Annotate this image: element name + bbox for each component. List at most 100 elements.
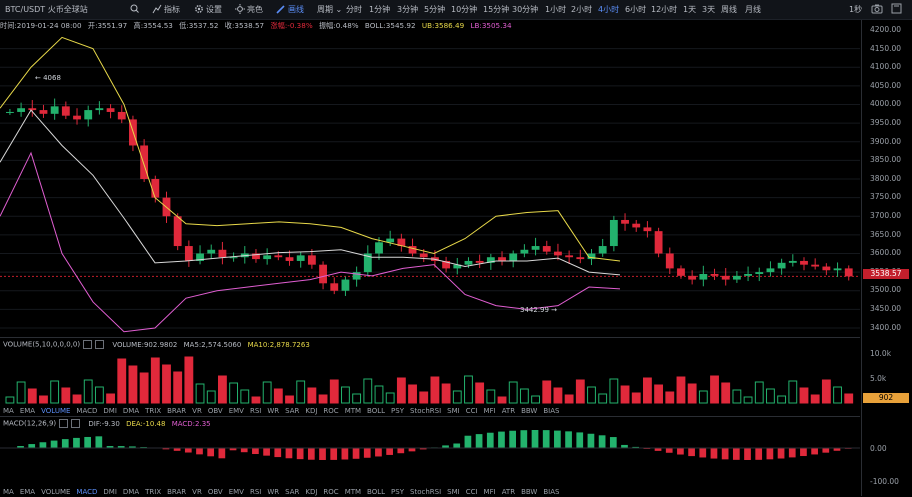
period-2[interactable]: 3分钟 [397, 4, 418, 15]
settings-button[interactable]: 设置 [194, 4, 222, 17]
tab-stochrsi[interactable]: StochRSI [410, 407, 441, 415]
period-1[interactable]: 1分钟 [369, 4, 390, 15]
tab-rsi[interactable]: RSI [250, 488, 261, 496]
period-3[interactable]: 5分钟 [424, 4, 445, 15]
candle [118, 105, 126, 123]
tab-volume[interactable]: VOLUME [41, 488, 70, 496]
symbol-title[interactable]: BTC/USDT 火币全球站 [5, 4, 88, 15]
camera-icon[interactable] [871, 3, 883, 17]
tab-smi[interactable]: SMI [447, 407, 460, 415]
tab-trix[interactable]: TRIX [145, 488, 161, 496]
period-15[interactable]: 月线 [745, 4, 761, 15]
draw-button[interactable]: 画线 [276, 4, 304, 17]
volume-close-icon[interactable] [95, 340, 104, 349]
volume-bar [51, 381, 59, 403]
tab-trix[interactable]: TRIX [145, 407, 161, 415]
period-11[interactable]: 12小时 [651, 4, 677, 15]
refresh-interval[interactable]: 1秒 [849, 4, 862, 15]
tab-bbw[interactable]: BBW [521, 488, 537, 496]
tab-vr[interactable]: VR [192, 488, 202, 496]
theme-button[interactable]: 亮色 [235, 4, 263, 17]
tab-mtm[interactable]: MTM [345, 407, 361, 415]
period-0[interactable]: 分时 [346, 4, 362, 15]
period-9[interactable]: 4小时 [598, 4, 619, 15]
tab-stochrsi[interactable]: StochRSI [410, 488, 441, 496]
volume-bar [185, 357, 193, 403]
tab-ema[interactable]: EMA [20, 407, 35, 415]
tab-brar[interactable]: BRAR [167, 488, 186, 496]
tab-dma[interactable]: DMA [123, 488, 139, 496]
tab-sar[interactable]: SAR [285, 407, 299, 415]
tab-psy[interactable]: PSY [391, 407, 404, 415]
tab-smi[interactable]: SMI [447, 488, 460, 496]
period-6[interactable]: 30分钟 [512, 4, 538, 15]
period-8[interactable]: 2小时 [571, 4, 592, 15]
tab-macd[interactable]: MACD [76, 488, 97, 496]
tab-psy[interactable]: PSY [391, 488, 404, 496]
tab-ema[interactable]: EMA [20, 488, 35, 496]
candle [822, 263, 830, 275]
tab-cci[interactable]: CCI [466, 407, 478, 415]
tab-bias[interactable]: BIAS [543, 407, 559, 415]
period-13[interactable]: 3天 [702, 4, 715, 15]
tab-vr[interactable]: VR [192, 407, 202, 415]
period-12[interactable]: 1天 [683, 4, 696, 15]
tab-roc[interactable]: ROC [323, 407, 338, 415]
macd-chart[interactable] [0, 428, 860, 486]
tab-emv[interactable]: EMV [229, 488, 244, 496]
tab-kdj[interactable]: KDJ [305, 407, 317, 415]
tab-dmi[interactable]: DMI [103, 407, 117, 415]
macd-bar [699, 448, 706, 457]
macd-close-icon[interactable] [71, 419, 80, 428]
indicator-button[interactable]: 指标 [152, 4, 180, 17]
tab-kdj[interactable]: KDJ [305, 488, 317, 496]
tab-roc[interactable]: ROC [323, 488, 338, 496]
tab-obv[interactable]: OBV [208, 488, 223, 496]
tab-sar[interactable]: SAR [285, 488, 299, 496]
tab-dma[interactable]: DMA [123, 407, 139, 415]
tab-bbw[interactable]: BBW [521, 407, 537, 415]
tab-mtm[interactable]: MTM [345, 488, 361, 496]
tab-emv[interactable]: EMV [229, 407, 244, 415]
fullscreen-icon[interactable] [891, 3, 902, 17]
period-7[interactable]: 1小时 [545, 4, 566, 15]
tab-atr[interactable]: ATR [502, 407, 515, 415]
tab-obv[interactable]: OBV [208, 407, 223, 415]
volume-bar [811, 395, 819, 403]
tab-macd[interactable]: MACD [76, 407, 97, 415]
period-14[interactable]: 周线 [721, 4, 737, 15]
tab-brar[interactable]: BRAR [167, 407, 186, 415]
macd-axis-min: -100.00 [870, 477, 899, 486]
volume-chart[interactable] [0, 349, 860, 405]
macd-bar [73, 438, 80, 448]
macd-bar [62, 439, 69, 448]
tab-boll[interactable]: BOLL [367, 407, 385, 415]
volume-bar [767, 389, 775, 403]
tab-boll[interactable]: BOLL [367, 488, 385, 496]
volume-bar [733, 390, 741, 403]
tab-rsi[interactable]: RSI [250, 407, 261, 415]
period-10[interactable]: 6小时 [625, 4, 646, 15]
tab-wr[interactable]: WR [267, 407, 279, 415]
period-5[interactable]: 15分钟 [483, 4, 509, 15]
tab-ma[interactable]: MA [3, 407, 14, 415]
tab-ma[interactable]: MA [3, 488, 14, 496]
tab-atr[interactable]: ATR [502, 488, 515, 496]
tab-dmi[interactable]: DMI [103, 488, 117, 496]
volume-settings-icon[interactable] [83, 340, 92, 349]
tab-bias[interactable]: BIAS [543, 488, 559, 496]
macd-settings-icon[interactable] [59, 419, 68, 428]
period-label[interactable]: 周期 ⌄ [317, 4, 342, 15]
volume-bar [699, 391, 707, 403]
tab-mfi[interactable]: MFI [484, 488, 496, 496]
period-4[interactable]: 10分钟 [451, 4, 477, 15]
tab-volume[interactable]: VOLUME [41, 407, 70, 415]
macd-bar [610, 437, 617, 448]
macd-bar [811, 448, 818, 454]
tab-wr[interactable]: WR [267, 488, 279, 496]
tab-mfi[interactable]: MFI [484, 407, 496, 415]
tab-cci[interactable]: CCI [466, 488, 478, 496]
search-icon[interactable] [130, 4, 139, 16]
volume-bar [286, 396, 294, 403]
candlestick-chart[interactable] [0, 32, 860, 338]
